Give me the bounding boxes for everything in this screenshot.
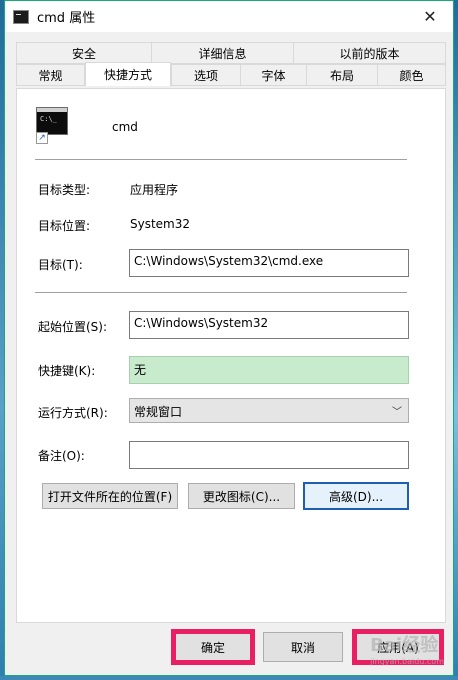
target-type-value: 应用程序 [130, 183, 179, 197]
target-location-label: 目标位置: [38, 219, 91, 233]
cmd-app-icon: C:\_ ↗ [36, 107, 68, 144]
advanced-button[interactable]: 高级(D)... [303, 482, 409, 510]
open-file-location-button[interactable]: 打开文件所在的位置(F) [42, 483, 178, 509]
tab-font[interactable]: 字体 [240, 64, 307, 86]
properties-window: cmd 属性 ✕ 安全 详细信息 以前的版本 常规 快捷方式 选项 字体 布局 … [4, 0, 454, 676]
desktop-background [454, 0, 458, 680]
tab-layout[interactable]: 布局 [306, 64, 378, 86]
comment-input[interactable] [129, 441, 409, 469]
desktop-background [0, 676, 458, 680]
divider [35, 292, 407, 293]
apply-button[interactable]: 应用(A) [352, 629, 444, 665]
tab-shortcut[interactable]: 快捷方式 [85, 62, 171, 86]
run-label: 运行方式(R): [38, 406, 108, 420]
tab-details[interactable]: 详细信息 [151, 42, 294, 64]
app-name: cmd [112, 120, 138, 134]
start-in-label: 起始位置(S): [38, 320, 108, 334]
chevron-down-icon: ﹀ [392, 407, 402, 418]
target-location-value: System32 [130, 217, 191, 231]
target-label: 目标(T): [38, 258, 83, 272]
close-icon: ✕ [423, 7, 437, 26]
title-bar[interactable]: cmd 属性 ✕ [5, 1, 453, 32]
tab-colors[interactable]: 颜色 [377, 64, 446, 86]
shortcut-arrow-icon: ↗ [36, 132, 48, 144]
change-icon-button[interactable]: 更改图标(C)... [188, 483, 295, 509]
comment-label: 备注(O): [38, 449, 85, 463]
tab-options[interactable]: 选项 [171, 64, 241, 86]
tab-general[interactable]: 常规 [16, 64, 85, 86]
hotkey-label: 快捷键(K): [38, 364, 96, 378]
tab-security[interactable]: 安全 [16, 42, 152, 64]
cancel-button[interactable]: 取消 [263, 632, 343, 662]
cmd-icon [13, 9, 29, 24]
tab-previous-versions[interactable]: 以前的版本 [293, 42, 446, 64]
start-in-input[interactable]: C:\Windows\System32 [129, 311, 409, 339]
ok-button[interactable]: 确定 [171, 629, 255, 665]
window-title: cmd 属性 [37, 11, 96, 26]
close-button[interactable]: ✕ [407, 1, 453, 32]
shortcut-panel: C:\_ ↗ cmd 目标类型: 应用程序 目标位置: System32 目标(… [16, 88, 446, 623]
target-type-label: 目标类型: [38, 183, 91, 197]
target-input[interactable]: C:\Windows\System32\cmd.exe [129, 249, 409, 277]
divider [35, 159, 407, 160]
run-select[interactable]: 常规窗口 ﹀ [129, 398, 409, 423]
hotkey-input[interactable]: 无 [129, 356, 409, 384]
